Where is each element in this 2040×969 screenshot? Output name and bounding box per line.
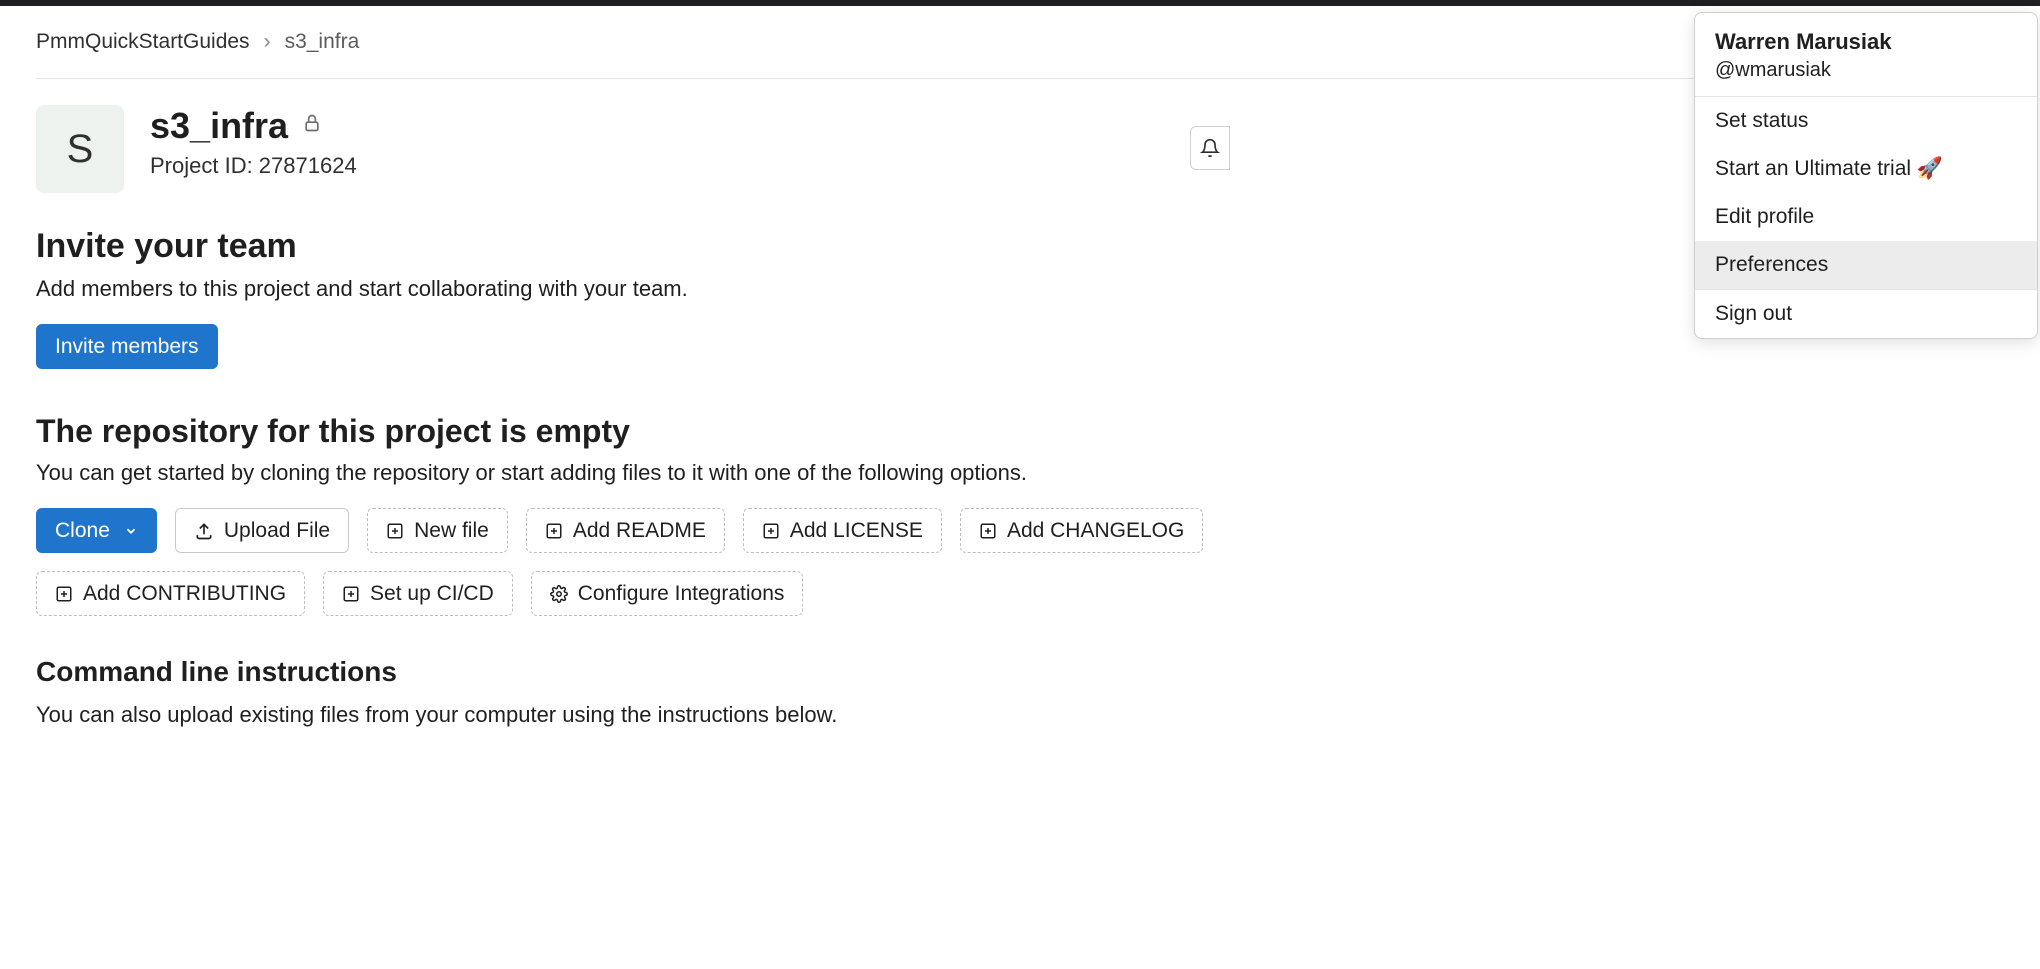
- clone-button[interactable]: Clone: [36, 508, 157, 553]
- plus-square-icon: [762, 522, 780, 540]
- add-readme-button[interactable]: Add README: [526, 508, 725, 553]
- notifications-button[interactable]: [1190, 126, 1230, 170]
- repo-actions-row: Clone Upload File New file Add README Ad…: [36, 508, 1376, 616]
- menu-item-edit-profile[interactable]: Edit profile: [1695, 193, 2037, 241]
- project-avatar: S: [36, 105, 124, 193]
- project-id: Project ID: 27871624: [150, 153, 357, 179]
- empty-repo-desc: You can get started by cloning the repos…: [36, 460, 2004, 486]
- user-menu-header: Warren Marusiak @wmarusiak: [1695, 13, 2037, 96]
- breadcrumb-current: s3_infra: [285, 30, 360, 54]
- plus-square-icon: [55, 585, 73, 603]
- plus-square-icon: [979, 522, 997, 540]
- configure-integrations-label: Configure Integrations: [578, 582, 785, 605]
- add-contributing-button[interactable]: Add CONTRIBUTING: [36, 571, 305, 616]
- setup-cicd-button[interactable]: Set up CI/CD: [323, 571, 513, 616]
- cli-desc: You can also upload existing files from …: [36, 702, 2004, 728]
- plus-square-icon: [545, 522, 563, 540]
- add-readme-label: Add README: [573, 519, 706, 542]
- chevron-down-icon: [124, 524, 138, 538]
- add-changelog-button[interactable]: Add CHANGELOG: [960, 508, 1203, 553]
- add-license-button[interactable]: Add LICENSE: [743, 508, 942, 553]
- bell-icon: [1200, 138, 1220, 158]
- menu-item-sign-out[interactable]: Sign out: [1695, 290, 2037, 338]
- clone-button-label: Clone: [55, 519, 110, 542]
- add-contributing-label: Add CONTRIBUTING: [83, 582, 286, 605]
- gear-icon: [550, 585, 568, 603]
- add-license-label: Add LICENSE: [790, 519, 923, 542]
- project-title: s3_infra: [150, 105, 288, 147]
- add-changelog-label: Add CHANGELOG: [1007, 519, 1184, 542]
- menu-item-set-status[interactable]: Set status: [1695, 97, 2037, 145]
- user-menu-dropdown: Warren Marusiak @wmarusiak Set status St…: [1694, 12, 2038, 339]
- plus-square-icon: [342, 585, 360, 603]
- user-menu-name: Warren Marusiak: [1715, 29, 2017, 55]
- breadcrumb-parent[interactable]: PmmQuickStartGuides: [36, 30, 250, 54]
- new-file-button[interactable]: New file: [367, 508, 508, 553]
- menu-item-start-trial[interactable]: Start an Ultimate trial 🚀: [1695, 145, 2037, 193]
- new-file-label: New file: [414, 519, 489, 542]
- menu-item-preferences[interactable]: Preferences: [1695, 241, 2037, 289]
- lock-icon: [302, 113, 322, 139]
- page-content: Warren Marusiak @wmarusiak Set status St…: [0, 6, 2040, 774]
- upload-icon: [194, 521, 214, 541]
- cli-title: Command line instructions: [36, 656, 2004, 688]
- setup-cicd-label: Set up CI/CD: [370, 582, 494, 605]
- upload-file-label: Upload File: [224, 519, 330, 542]
- upload-file-button[interactable]: Upload File: [175, 508, 349, 553]
- empty-repo-title: The repository for this project is empty: [36, 413, 2004, 450]
- breadcrumb-separator: ›: [264, 30, 271, 54]
- configure-integrations-button[interactable]: Configure Integrations: [531, 571, 804, 616]
- invite-members-button[interactable]: Invite members: [36, 324, 218, 369]
- plus-square-icon: [386, 522, 404, 540]
- user-menu-handle: @wmarusiak: [1715, 59, 2017, 82]
